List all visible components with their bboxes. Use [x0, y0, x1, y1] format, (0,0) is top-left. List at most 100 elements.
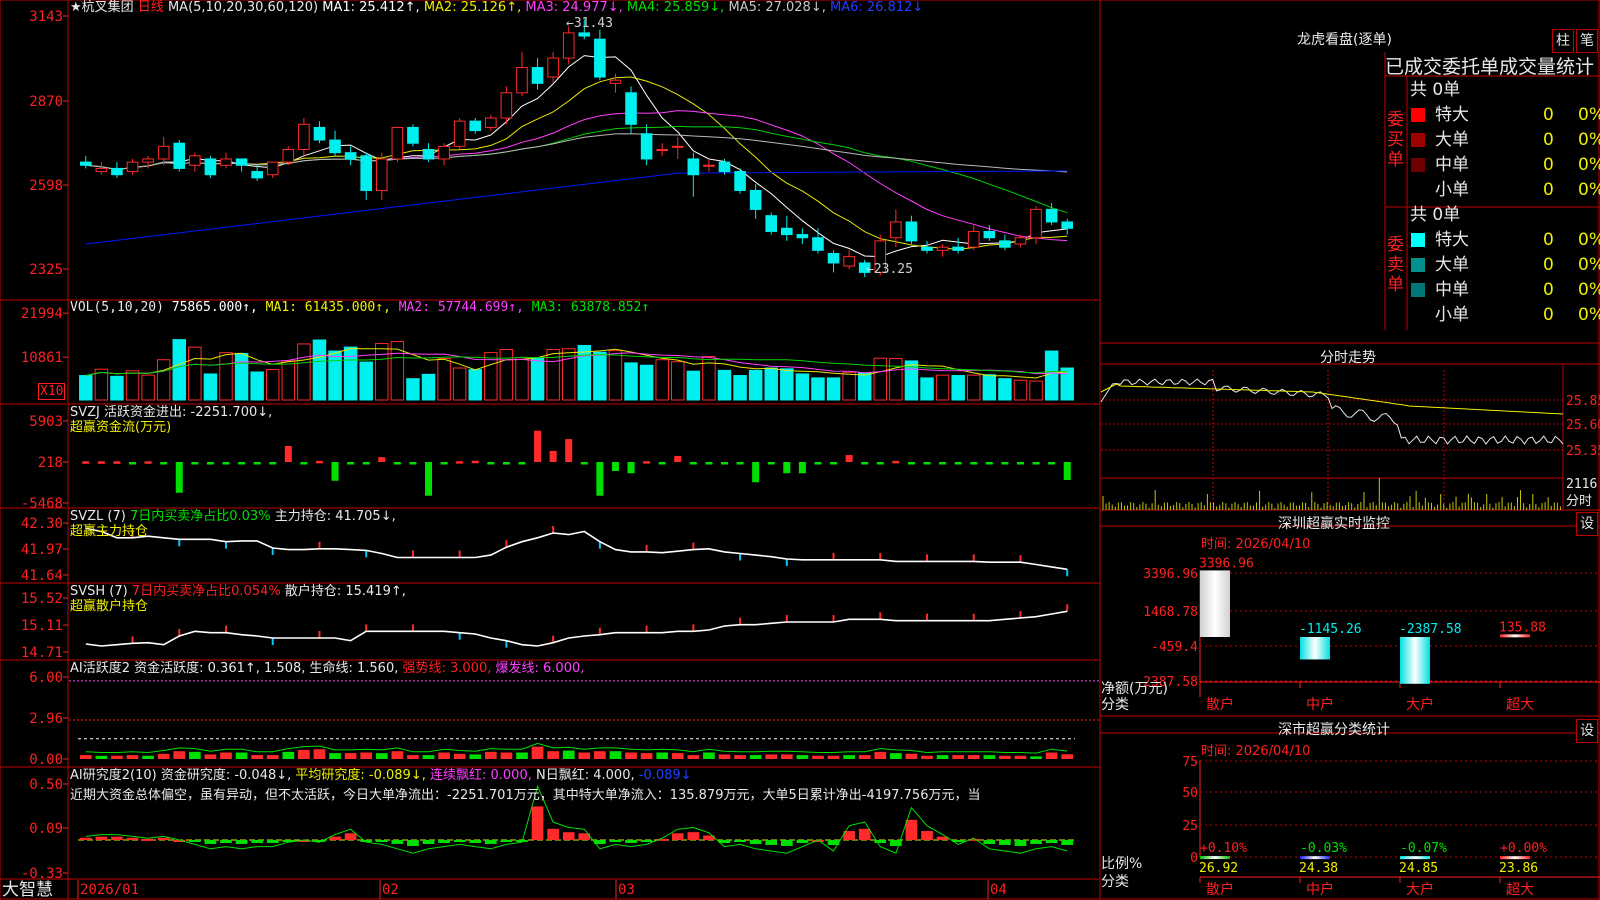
- activity-bar: [921, 755, 933, 759]
- fundflow-bar: [502, 462, 510, 465]
- activity-bar: [858, 755, 871, 759]
- fundflow-bar: [191, 462, 199, 465]
- research-bar: [905, 819, 918, 840]
- sz-class-bar: [1200, 856, 1230, 860]
- svzj-tick-label: 5903: [29, 414, 63, 430]
- activity-bar: [516, 752, 528, 759]
- fundflow-bar: [129, 462, 137, 465]
- candle-body: [500, 92, 513, 119]
- fundflow-bar: [1048, 462, 1056, 465]
- fundflow-bar: [315, 460, 323, 464]
- research-bar: [749, 840, 762, 844]
- candle-body: [360, 155, 372, 191]
- activity-bar: [298, 749, 310, 759]
- price-tick-label: 2598: [29, 178, 63, 194]
- volume-bar: [624, 362, 638, 401]
- ai-research-tick-label: -0.33: [21, 866, 63, 882]
- svzj-tick-label: -5468: [21, 496, 63, 512]
- sz-class-bar: [1500, 856, 1530, 860]
- intraday-tick-label: 25.85: [1566, 394, 1600, 409]
- tick-mode-button[interactable]: 笔: [1576, 29, 1598, 53]
- activity-bar: [734, 755, 746, 759]
- fundflow-bar: [954, 462, 962, 465]
- research-bar: [469, 840, 482, 843]
- activity-bar: [999, 755, 1011, 759]
- bar-mode-button[interactable]: 柱: [1552, 29, 1574, 53]
- volume-bar: [826, 377, 841, 401]
- volume-bar: [188, 346, 202, 401]
- fundflow-bar: [82, 461, 90, 464]
- candle-body: [625, 92, 637, 125]
- volume-bar: [172, 339, 186, 401]
- volume-bar: [312, 339, 327, 401]
- sz-class-value-label: 26.92: [1199, 861, 1238, 876]
- sz-class-settings-button[interactable]: 设: [1576, 719, 1598, 743]
- svzl-tick-label: 41.64: [21, 568, 63, 584]
- activity-bar: [656, 752, 669, 759]
- volume-bar: [935, 374, 950, 401]
- volume-bar: [94, 368, 109, 401]
- fundflow-bar: [736, 462, 744, 465]
- research-bar: [438, 840, 450, 843]
- research-bar: [126, 837, 139, 840]
- research-bar: [95, 836, 108, 840]
- fundflow-bar: [1032, 462, 1040, 465]
- candle-body: [858, 262, 871, 273]
- tab-orders[interactable]: 委托单: [1442, 56, 1499, 78]
- research-bar: [1014, 840, 1027, 846]
- candle-body: [391, 126, 404, 160]
- sz-class-change-label: +0.10%: [1200, 841, 1247, 856]
- candle-body: [298, 123, 310, 150]
- activity-bar: [500, 752, 513, 759]
- fundflow-bar: [238, 462, 246, 465]
- volume-bar: [515, 357, 529, 401]
- svzl-line: [85, 527, 1068, 571]
- tab-executed[interactable]: 已成交: [1385, 56, 1442, 78]
- sz-class-bar: [1300, 856, 1330, 860]
- activity-bar: [344, 753, 357, 759]
- volume-bar: [748, 369, 763, 401]
- activity-bar: [438, 752, 450, 759]
- tab-volume-stats[interactable]: 成交量统计: [1499, 56, 1594, 78]
- fundflow-bar: [767, 462, 775, 465]
- fundflow-bar: [580, 462, 588, 465]
- research-bar: [562, 832, 575, 840]
- volume-bar: [764, 367, 778, 401]
- volume-bar: [1029, 380, 1043, 401]
- activity-bar: [126, 755, 139, 759]
- intraday-vol-label: 分时: [1566, 494, 1592, 509]
- activity-bar: [220, 752, 232, 759]
- volume-bar: [671, 361, 685, 401]
- candle-body: [469, 120, 482, 132]
- candle-body: [531, 67, 544, 84]
- activity-bar: [95, 755, 108, 759]
- svzj-tick-label: 218: [38, 455, 63, 471]
- volume-bar: [639, 364, 654, 401]
- activity-bar: [1061, 754, 1074, 759]
- volume-tick-label: 21994: [21, 306, 63, 322]
- volume-bar: [281, 360, 296, 401]
- candle-body: [999, 240, 1011, 248]
- candle-body: [967, 230, 980, 248]
- intraday-title[interactable]: 分时走势: [1320, 351, 1376, 366]
- sz-class-change-label: -0.03%: [1300, 841, 1347, 856]
- volume-bar: [857, 372, 872, 401]
- candle-body: [79, 161, 92, 166]
- candle-body: [905, 221, 918, 242]
- volume-bar: [951, 375, 965, 401]
- activity-bar: [251, 755, 263, 759]
- intraday-tick-label: 25.60: [1566, 418, 1600, 433]
- candle-body: [890, 221, 902, 239]
- volume-bar: [499, 348, 514, 401]
- volume-bar: [452, 367, 467, 401]
- candle-body: [749, 189, 762, 210]
- fundflow-bar: [876, 462, 884, 465]
- volume-bar: [577, 345, 592, 401]
- candle-body: [703, 164, 715, 167]
- fundflow-bar: [347, 462, 355, 465]
- candle-body: [983, 230, 996, 239]
- sz-monitor-settings-button[interactable]: 设: [1576, 512, 1598, 536]
- candle-body: [562, 32, 575, 59]
- volume-bar: [795, 373, 810, 401]
- fundflow-bar: [518, 462, 526, 465]
